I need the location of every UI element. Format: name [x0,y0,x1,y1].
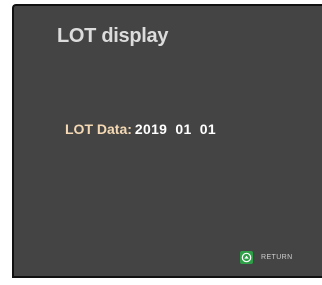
return-icon[interactable] [240,251,253,264]
lot-data-label: LOT Data: [65,121,132,137]
return-button-label: RETURN [261,254,293,261]
page-title: LOT display [57,25,169,47]
lot-display-screen: LOT display LOT Data: 2019 01 01 RETURN [12,4,322,278]
lot-data-row: LOT Data: 2019 01 01 [65,121,216,137]
lot-data-value: 2019 01 01 [134,121,216,137]
return-button[interactable]: RETURN [240,251,293,264]
